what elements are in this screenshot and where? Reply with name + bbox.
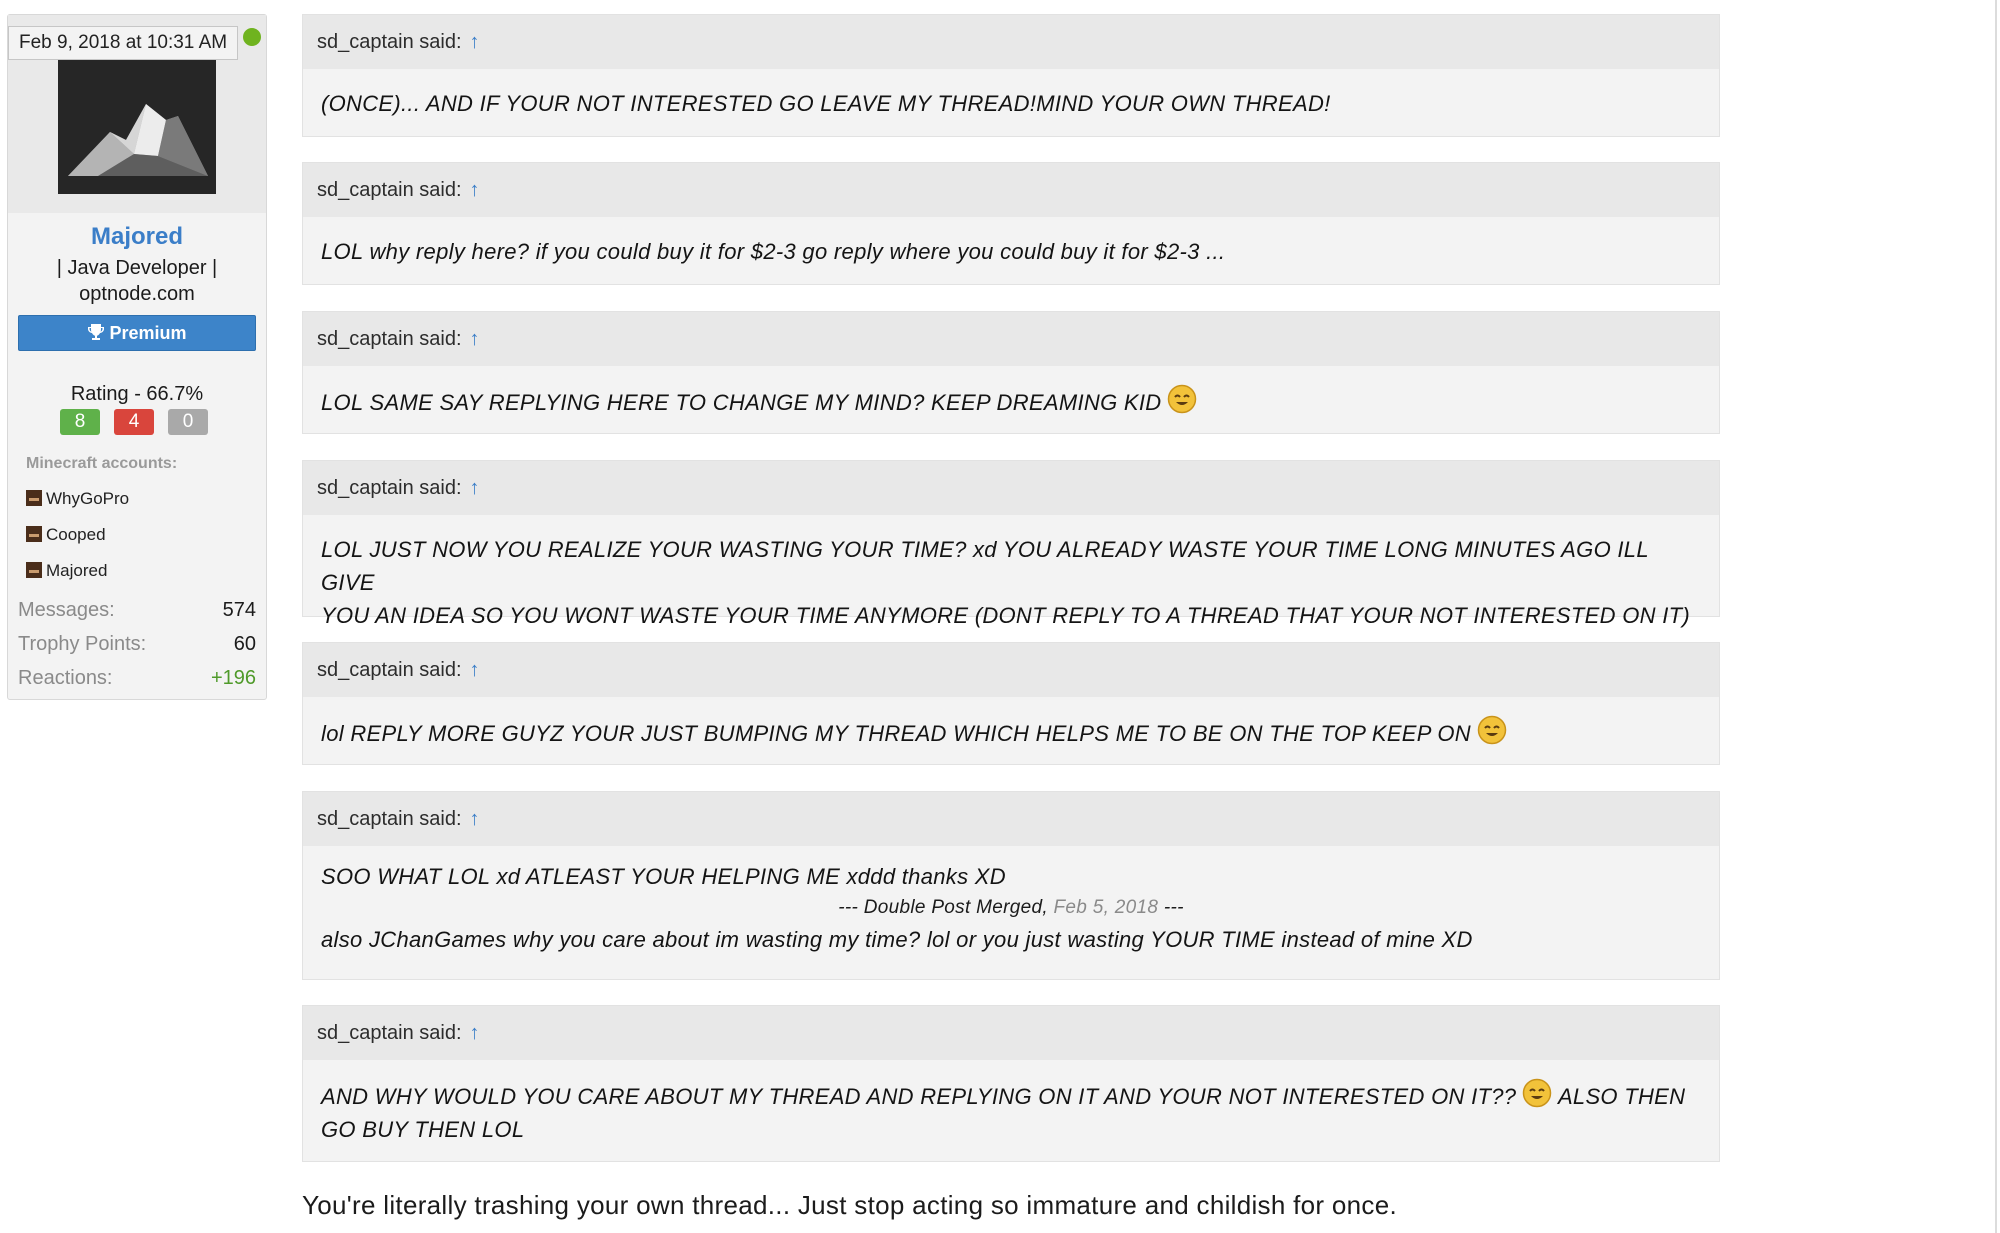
smiley-icon bbox=[1477, 715, 1507, 745]
jump-to-quote-icon[interactable]: ↑ bbox=[470, 328, 480, 350]
quote-author[interactable]: sd_captain said: bbox=[317, 179, 462, 201]
quote-block: sd_captain said: ↑ (ONCE)... AND IF YOUR … bbox=[302, 14, 1720, 137]
stat-label: Trophy Points: bbox=[18, 633, 147, 655]
quote-text: (ONCE)... AND IF YOUR NOT INTERESTED GO … bbox=[303, 69, 1719, 136]
jump-to-quote-icon[interactable]: ↑ bbox=[470, 659, 480, 681]
quote-header: sd_captain said: ↑ bbox=[303, 461, 1719, 515]
quote-header: sd_captain said: ↑ bbox=[303, 792, 1719, 846]
quote-header: sd_captain said: ↑ bbox=[303, 643, 1719, 697]
quote-text-line: AND WHY WOULD YOU CARE ABOUT MY THREAD A… bbox=[321, 1084, 1517, 1109]
quote-header: sd_captain said: ↑ bbox=[303, 1006, 1719, 1060]
quote-author[interactable]: sd_captain said: bbox=[317, 328, 462, 350]
quote-text: AND WHY WOULD YOU CARE ABOUT MY THREAD A… bbox=[303, 1060, 1719, 1162]
post-date[interactable]: Feb 9, 2018 at 10:31 AM bbox=[8, 26, 239, 60]
merge-suffix: --- bbox=[1163, 897, 1184, 918]
quote-header: sd_captain said: ↑ bbox=[303, 312, 1719, 366]
merge-date[interactable]: Feb 5, 2018 bbox=[1054, 897, 1159, 918]
double-post-merged-notice: --- Double Post Merged, Feb 5, 2018 --- bbox=[321, 893, 1701, 923]
quote-block: sd_captain said: ↑ LOL JUST NOW YOU REALI… bbox=[302, 460, 1720, 628]
quote-text-line: also JChanGames why you care about im wa… bbox=[321, 927, 1473, 952]
quote-text-line: LOL SAME SAY REPLYING HERE TO CHANGE MY … bbox=[321, 390, 1162, 415]
negative-rating-badge[interactable]: 4 bbox=[114, 409, 154, 435]
stat-value[interactable]: 574 bbox=[223, 595, 256, 625]
premium-label: Premium bbox=[109, 323, 187, 343]
quote-text-line: LOL JUST NOW YOU REALIZE YOUR WASTING YO… bbox=[321, 537, 1649, 595]
rating-label: Rating - 66.7% bbox=[70, 383, 204, 405]
jump-to-quote-icon[interactable]: ↑ bbox=[470, 179, 480, 201]
quote-text-line: SOO WHAT LOL xd ATLEAST YOUR HELPING ME … bbox=[321, 864, 1006, 889]
quote-text: LOL why reply here? if you could buy it … bbox=[303, 217, 1719, 284]
jump-to-quote-icon[interactable]: ↑ bbox=[470, 477, 480, 499]
quote-author[interactable]: sd_captain said: bbox=[317, 1022, 462, 1044]
quote-author[interactable]: sd_captain said: bbox=[317, 31, 462, 53]
online-status-icon bbox=[241, 26, 263, 48]
positive-rating-badge[interactable]: 8 bbox=[60, 409, 100, 435]
trophy-icon bbox=[87, 318, 105, 352]
minecraft-account[interactable]: Majored bbox=[26, 559, 107, 583]
player-head-icon bbox=[26, 490, 42, 506]
user-title-line: | Java Developer | bbox=[56, 257, 218, 279]
quote-author[interactable]: sd_captain said: bbox=[317, 659, 462, 681]
quote-text: LOL SAME SAY REPLYING HERE TO CHANGE MY … bbox=[303, 366, 1719, 435]
quote-block: sd_captain said: ↑ LOL why reply here? if… bbox=[302, 162, 1720, 285]
user-website: optnode.com bbox=[79, 283, 195, 305]
quote-author[interactable]: sd_captain said: bbox=[317, 477, 462, 499]
quote-block: sd_captain said: ↑ LOL SAME SAY REPLYING … bbox=[302, 311, 1720, 434]
reply-message: You're literally trashing your own threa… bbox=[302, 1190, 1398, 1220]
quote-block: sd_captain said: ↑ AND WHY WOULD YOU CARE… bbox=[302, 1005, 1720, 1162]
quote-text-line: lol REPLY MORE GUYZ YOUR JUST BUMPING MY… bbox=[321, 721, 1471, 746]
jump-to-quote-icon[interactable]: ↑ bbox=[470, 31, 480, 53]
jump-to-quote-icon[interactable]: ↑ bbox=[470, 808, 480, 830]
quote-header: sd_captain said: ↑ bbox=[303, 15, 1719, 69]
quote-author[interactable]: sd_captain said: bbox=[317, 808, 462, 830]
user-title: | Java Developer | optnode.com bbox=[8, 255, 266, 307]
stat-value[interactable]: 60 bbox=[234, 629, 256, 659]
quote-text: lol REPLY MORE GUYZ YOUR JUST BUMPING MY… bbox=[303, 697, 1719, 766]
quote-text-line: GO BUY THEN LOL bbox=[321, 1117, 525, 1142]
quote-block: sd_captain said: ↑ lol REPLY MORE GUYZ YO… bbox=[302, 642, 1720, 765]
forum-post: Feb 9, 2018 at 10:31 AM Majored | Java D… bbox=[0, 0, 1995, 1233]
quote-text: LOL JUST NOW YOU REALIZE YOUR WASTING YO… bbox=[303, 515, 1719, 648]
neutral-rating-badge[interactable]: 0 bbox=[168, 409, 208, 435]
minecraft-account-name: Majored bbox=[46, 561, 108, 580]
smiley-icon bbox=[1167, 384, 1197, 414]
minecraft-accounts-header: Minecraft accounts: bbox=[26, 455, 178, 472]
quote-text-line: YOU AN IDEA SO YOU WONT WASTE YOUR TIME … bbox=[321, 603, 1690, 628]
merge-prefix: --- Double Post Merged, bbox=[838, 897, 1048, 918]
player-head-icon bbox=[26, 526, 42, 542]
quote-text: SOO WHAT LOL xd ATLEAST YOUR HELPING ME … bbox=[303, 846, 1719, 972]
user-info-panel: Feb 9, 2018 at 10:31 AM Majored | Java D… bbox=[7, 14, 267, 700]
player-head-icon bbox=[26, 562, 42, 578]
jump-to-quote-icon[interactable]: ↑ bbox=[470, 1022, 480, 1044]
quote-text-line: (ONCE)... AND IF YOUR NOT INTERESTED GO … bbox=[321, 91, 1331, 116]
stat-trophy-points: Trophy Points: 60 bbox=[18, 629, 256, 659]
premium-badge[interactable]: Premium bbox=[18, 315, 256, 351]
username-link[interactable]: Majored bbox=[8, 223, 266, 251]
avatar[interactable] bbox=[58, 58, 216, 194]
quote-text-line: LOL why reply here? if you could buy it … bbox=[321, 239, 1226, 264]
stat-reactions: Reactions: +196 bbox=[18, 663, 256, 693]
quote-block: sd_captain said: ↑ SOO WHAT LOL xd ATLEAS… bbox=[302, 791, 1720, 980]
minecraft-account-name: WhyGoPro bbox=[46, 489, 130, 508]
quote-header: sd_captain said: ↑ bbox=[303, 163, 1719, 217]
minecraft-account-name: Cooped bbox=[46, 525, 106, 544]
stat-label: Reactions: bbox=[18, 667, 113, 689]
minecraft-account[interactable]: Cooped bbox=[26, 523, 106, 547]
quote-text-line: ALSO THEN bbox=[1557, 1084, 1686, 1109]
stat-value[interactable]: +196 bbox=[211, 663, 256, 693]
stat-label: Messages: bbox=[18, 599, 115, 621]
page-edge-divider bbox=[1995, 0, 1997, 1233]
minecraft-account[interactable]: WhyGoPro bbox=[26, 487, 129, 511]
smiley-icon bbox=[1522, 1078, 1552, 1108]
stat-messages: Messages: 574 bbox=[18, 595, 256, 625]
